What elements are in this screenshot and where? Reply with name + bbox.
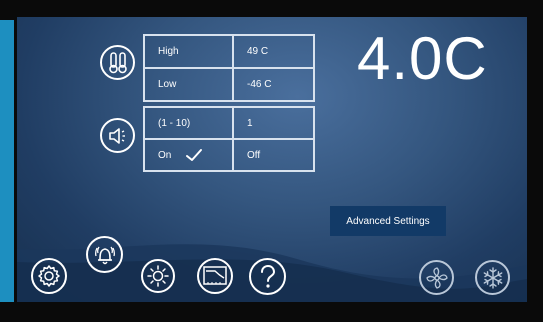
high-label: High [144,35,233,68]
thermometer-icon[interactable] [100,45,135,80]
help-icon[interactable] [249,258,286,295]
volume-value[interactable]: 1 [233,107,314,139]
sound-off-option[interactable]: Off [233,139,314,171]
low-label: Low [144,68,233,101]
sound-on-option[interactable]: On [144,139,233,171]
advanced-settings-button[interactable]: Advanced Settings [330,206,446,236]
gear-icon[interactable] [31,258,67,294]
current-temperature: 4.0C [357,25,488,92]
low-value[interactable]: -46 C [233,68,314,101]
temperature-limits-table: High 49 C Low -46 C [143,34,315,102]
snowflake-icon[interactable] [475,260,510,295]
check-icon [186,149,203,161]
sun-icon[interactable] [141,259,175,293]
accent-bar [0,20,14,302]
fan-icon[interactable] [419,260,454,295]
high-value[interactable]: 49 C [233,35,314,68]
volume-range-label: (1 - 10) [144,107,233,139]
bell-alarm-icon[interactable] [86,236,123,273]
display-screen: 4.0C High 49 C Low -46 C (1 - 10) 1 On O… [17,17,527,302]
sound-settings-table: (1 - 10) 1 On Off [143,106,315,172]
sound-on-label: On [158,149,172,161]
speaker-icon[interactable] [100,118,135,153]
graph-icon[interactable] [197,258,233,294]
